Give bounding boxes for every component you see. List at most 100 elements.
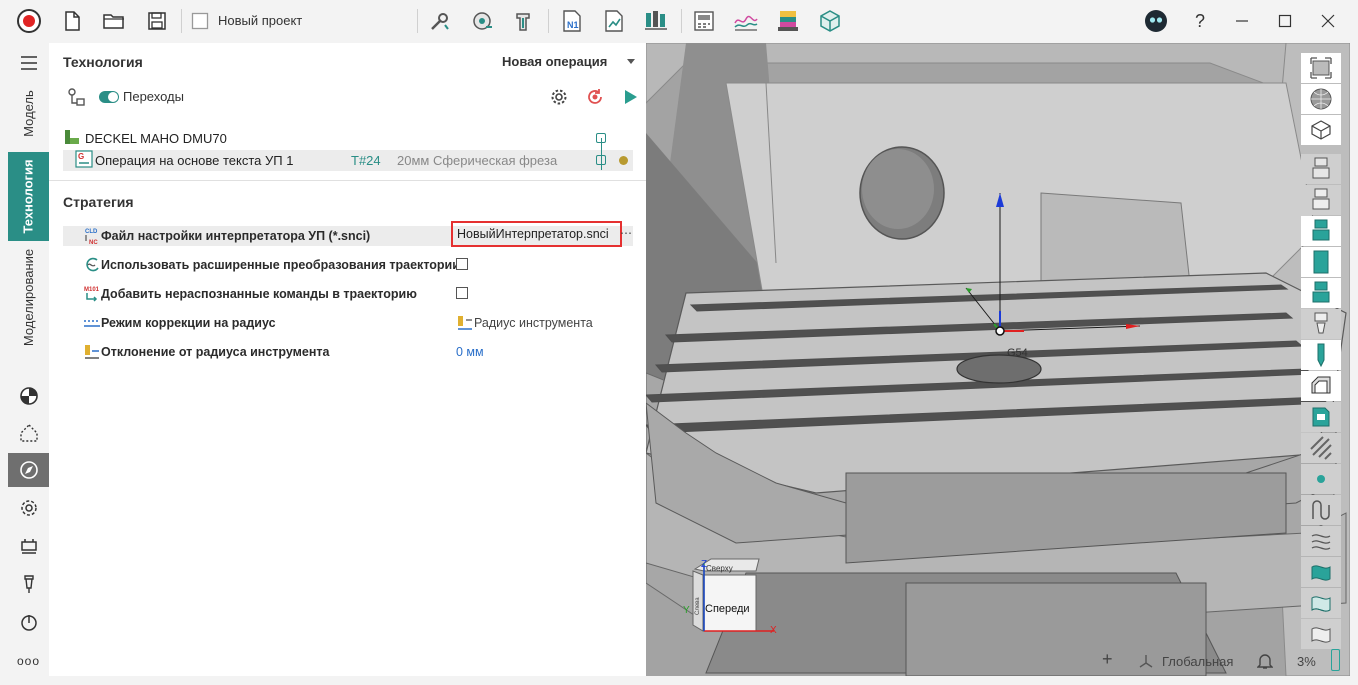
project-checkbox-icon[interactable] — [185, 7, 215, 35]
tools-library-icon[interactable] — [641, 7, 671, 35]
postprocessor-icon[interactable] — [773, 7, 803, 35]
tab-technology[interactable]: Технология — [8, 152, 49, 241]
m101-command-icon: M101 — [83, 285, 101, 302]
show-part-icon[interactable] — [1301, 402, 1341, 432]
open-folder-icon[interactable] — [99, 7, 129, 35]
show-points-icon[interactable] — [1301, 464, 1341, 494]
cutting-tool-icon[interactable] — [8, 567, 49, 601]
fit-view-icon[interactable] — [1301, 53, 1341, 83]
machine-panel-icon[interactable] — [689, 7, 719, 35]
show-stock-icon[interactable] — [1301, 371, 1341, 401]
globe-view-icon[interactable] — [1301, 84, 1341, 114]
add-icon[interactable]: + — [1102, 649, 1113, 670]
tab-technology-label: Технология — [21, 159, 37, 234]
minimize-button[interactable] — [1222, 6, 1262, 36]
more-options-button[interactable]: ooo — [8, 644, 49, 678]
tree-view-icon[interactable] — [66, 87, 86, 110]
3d-viewport[interactable]: G54 Сверху Спереди Слева Z Y X — [646, 43, 1350, 676]
progress-indicator — [1331, 649, 1340, 671]
hamburger-menu-icon[interactable] — [8, 46, 49, 80]
extended-transforms-checkbox[interactable] — [456, 258, 468, 270]
show-holder-grey-icon[interactable] — [1301, 309, 1341, 339]
prop-radius-deviation: Отклонение от радиуса инструмента 0 мм — [63, 342, 633, 362]
title-bar: Новый проект N1 ? — [0, 0, 1358, 43]
help-button[interactable]: ? — [1185, 7, 1215, 35]
gcode-operation-icon: G — [63, 150, 95, 171]
prop-label: Использовать расширенные преобразования … — [101, 258, 460, 272]
new-file-icon[interactable] — [57, 7, 87, 35]
application-window: Новый проект N1 ? Модель Технология Моде… — [0, 0, 1358, 685]
status-dot — [619, 156, 628, 165]
radius-deviation-value[interactable]: 0 мм — [456, 345, 484, 359]
show-surface-wire-icon[interactable] — [1301, 526, 1341, 556]
show-assembly-icon[interactable] — [1301, 278, 1341, 308]
view-cube-left: Слева — [695, 597, 701, 615]
interpreter-file-field[interactable]: НовыйИнтерпретатор.snci — [451, 221, 622, 247]
view-cube-front: Спереди — [705, 603, 750, 615]
settings-gear-icon[interactable] — [549, 87, 569, 110]
radius-compensation-value[interactable]: Радиус инструмента — [474, 316, 593, 330]
show-surface-light-icon[interactable] — [1301, 588, 1341, 618]
compass-icon[interactable] — [8, 453, 49, 487]
tree-item-operation[interactable]: G Операция на основе текста УП 1 T#24 20… — [63, 150, 633, 171]
view-cube-top: Сверху — [706, 564, 733, 573]
prop-label: Отклонение от радиуса инструмента — [101, 345, 330, 359]
app-logo-icon[interactable] — [14, 7, 44, 35]
toolbar-separator — [681, 9, 682, 33]
assistant-robot-icon[interactable] — [1141, 7, 1171, 35]
unrecognized-commands-checkbox[interactable] — [456, 287, 468, 299]
workpiece-setup-icon[interactable] — [8, 529, 49, 563]
project-title: Новый проект — [218, 13, 303, 28]
show-tool-teal-icon[interactable] — [1301, 216, 1341, 246]
settings-gear-icon[interactable] — [8, 491, 49, 525]
cube-view-icon[interactable] — [1301, 115, 1341, 145]
maximize-button[interactable] — [1265, 6, 1305, 36]
show-machine-icon[interactable] — [1301, 154, 1341, 184]
prop-interpreter-file: CLD NC Файл настройки интерпретатора УП (… — [63, 221, 633, 247]
show-spindle-icon[interactable] — [1301, 247, 1341, 277]
report-chart-icon[interactable] — [599, 7, 629, 35]
fixture-icon[interactable] — [508, 7, 538, 35]
axis-x-label: X — [770, 625, 777, 636]
tab-simulation-label: Моделирование — [21, 248, 36, 346]
chevron-down-icon[interactable] — [627, 59, 635, 64]
tab-simulation[interactable]: Моделирование — [8, 243, 49, 351]
prop-extended-transforms: Использовать расширенные преобразования … — [63, 255, 633, 275]
tab-model-label: Модель — [21, 90, 37, 137]
transitions-toggle[interactable] — [99, 91, 119, 103]
prop-radius-compensation: Режим коррекции на радиус Радиус инструм… — [63, 313, 633, 333]
prop-label: Добавить нераспознанные команды в траект… — [101, 287, 417, 301]
machine-scene: G54 Сверху Спереди Слева Z Y X — [646, 43, 1350, 676]
window-edge — [1350, 43, 1358, 676]
save-icon[interactable] — [142, 7, 172, 35]
workpiece-icon[interactable] — [467, 7, 497, 35]
show-toolpath-icon[interactable] — [1301, 495, 1341, 525]
nc-program-icon[interactable]: N1 — [557, 7, 587, 35]
bell-icon[interactable] — [1256, 652, 1274, 673]
close-button[interactable] — [1308, 6, 1348, 36]
coordinate-system-label[interactable]: Глобальная СК — [1162, 654, 1236, 669]
show-surface-teal-icon[interactable] — [1301, 557, 1341, 587]
transitions-label: Переходы — [123, 89, 184, 104]
compensation-line-icon — [83, 315, 101, 331]
pie-chart-icon[interactable] — [8, 379, 49, 413]
show-hatch-icon[interactable] — [1301, 433, 1341, 463]
graphs-icon[interactable] — [731, 7, 761, 35]
tool-name: 20мм Сферическая фреза — [397, 153, 558, 168]
play-icon[interactable] — [623, 88, 639, 109]
tab-model[interactable]: Модель — [8, 76, 49, 151]
tool-radius-icon — [456, 314, 474, 335]
show-cutter-icon[interactable] — [1301, 340, 1341, 370]
recalculate-icon[interactable] — [585, 87, 605, 110]
browse-ellipsis-icon[interactable]: ⋯ — [620, 226, 632, 240]
package-icon[interactable] — [815, 7, 845, 35]
tree-connector — [601, 138, 602, 170]
new-operation-dropdown[interactable]: Новая операция — [502, 54, 607, 69]
toolbar-separator — [548, 9, 549, 33]
selection-region-icon[interactable] — [8, 416, 49, 450]
tree-item-machine[interactable]: DECKEL MAHO DMU70 — [63, 128, 633, 149]
show-holder-icon[interactable] — [1301, 185, 1341, 215]
dial-icon[interactable] — [8, 605, 49, 639]
wrench-pointer-icon[interactable] — [425, 7, 455, 35]
show-surface-flat-icon[interactable] — [1301, 619, 1341, 649]
